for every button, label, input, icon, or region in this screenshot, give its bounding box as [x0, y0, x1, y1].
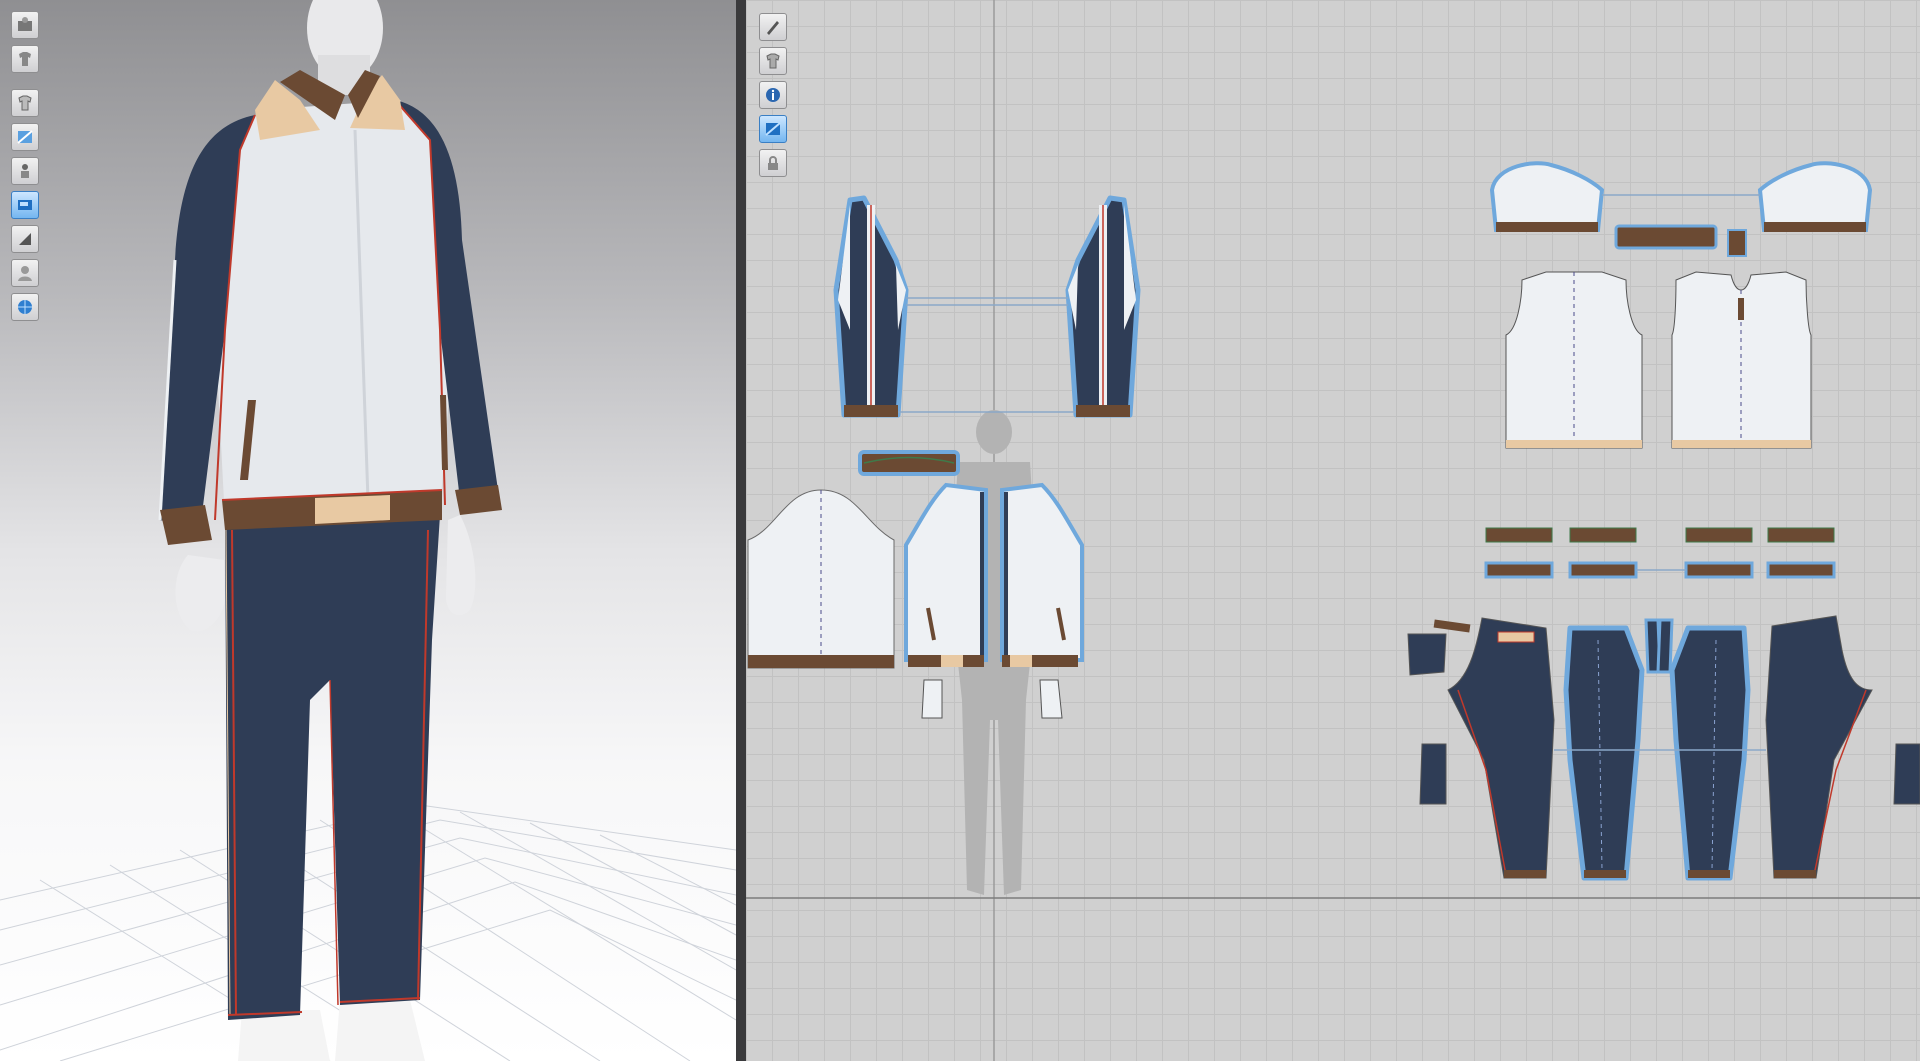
toolbar-3d [11, 11, 39, 327]
pattern-piece-pants-front-right[interactable] [1669, 625, 1751, 881]
pattern-piece-left-sleeve[interactable] [833, 195, 909, 418]
avatar-silhouette-icon[interactable] [11, 259, 39, 287]
viewport-divider[interactable] [736, 0, 746, 1061]
pattern-canvas [746, 0, 1920, 1061]
garment-display-icon[interactable] [11, 45, 39, 73]
pattern-piece-collar[interactable] [858, 450, 960, 476]
avatar-show-icon[interactable] [11, 157, 39, 185]
pattern-piece-sleeve-top-left[interactable] [1489, 161, 1605, 232]
pattern-piece-waistband-strips[interactable] [1484, 527, 1836, 579]
pattern-piece-pants-back-left[interactable] [1447, 617, 1555, 879]
pattern-piece-sleeve-top-right[interactable] [1757, 161, 1873, 232]
fabric-texture-icon[interactable] [11, 123, 39, 151]
shading-icon[interactable] [11, 225, 39, 253]
pattern-piece-neck-binding[interactable] [1614, 224, 1747, 257]
viewport-3d[interactable] [0, 0, 736, 1061]
scene-3d [0, 0, 736, 1061]
pants-3d [225, 515, 440, 1020]
pattern-texture-icon[interactable] [759, 115, 787, 143]
view-2d-3d-icon[interactable] [11, 191, 39, 219]
pattern-piece-right-sleeve[interactable] [1065, 195, 1141, 418]
environment-globe-icon[interactable] [11, 293, 39, 321]
lock-garment-icon[interactable] [759, 149, 787, 177]
avatar-display-icon[interactable] [11, 11, 39, 39]
pattern-pen-icon[interactable] [759, 13, 787, 41]
pattern-piece-fly[interactable] [1644, 618, 1674, 674]
pattern-piece-front-left[interactable] [904, 482, 988, 667]
pattern-piece-back-body[interactable] [747, 489, 895, 669]
viewport-2d[interactable] [746, 0, 1920, 1061]
pattern-piece-pants-back-right[interactable] [1765, 615, 1873, 879]
toolbar-2d [759, 13, 787, 183]
sleeve-connection-lines [898, 297, 1076, 413]
pattern-piece-front-right[interactable] [1000, 482, 1084, 667]
pattern-piece-lining-front[interactable] [1671, 271, 1812, 449]
jacket-3d [158, 70, 502, 545]
pattern-piece-pants-front-left[interactable] [1563, 625, 1645, 881]
pattern-info-icon[interactable] [759, 81, 787, 109]
pattern-garment-icon[interactable] [759, 47, 787, 75]
pattern-piece-lining-back[interactable] [1505, 271, 1643, 449]
garment-show-icon[interactable] [11, 89, 39, 117]
